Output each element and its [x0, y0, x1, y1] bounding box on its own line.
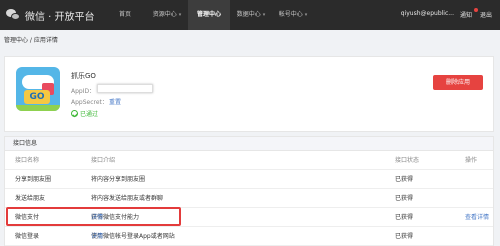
nav-item-label: 管理中心: [196, 11, 221, 18]
panel-title: 接口信息: [5, 137, 493, 151]
app-name: 抓乐GO: [71, 72, 96, 80]
interface-status: 已获得: [395, 233, 414, 240]
check-circle-icon: [71, 110, 78, 117]
table-header-row: 接口名称 接口介绍 接口状态 操作: [5, 151, 493, 170]
nav-item-data[interactable]: 数据中心 ▾: [230, 0, 272, 30]
logo-text: 微信 · 开放平台: [25, 11, 95, 23]
wechat-logo-icon: [6, 9, 21, 21]
appsecret-label: AppSecret：: [71, 99, 108, 106]
chevron-down-icon: ▾: [262, 12, 266, 18]
app-icon: GO: [16, 67, 60, 111]
nav-item-label: 帐号中心: [278, 11, 303, 18]
nav-item-resources[interactable]: 资源中心 ▾: [146, 0, 188, 30]
notification-badge: [474, 8, 478, 12]
table-row: 发送给朋友 将内容发送给朋友或者群聊 已获得: [5, 189, 493, 208]
delete-app-button[interactable]: 删除应用: [433, 75, 483, 90]
interface-intro: 将内容分享到朋友圈: [91, 176, 146, 183]
nav-item-home[interactable]: 首页: [104, 0, 146, 30]
interface-intro-text: 使用微信帐号登录App或者网站: [91, 233, 175, 240]
nav-item-account[interactable]: 帐号中心 ▾: [272, 0, 314, 30]
interface-name: 分享到朋友圈: [15, 176, 52, 183]
table-row: 微信登录 使用微信帐号登录App或者网站 详情 已获得: [5, 227, 493, 246]
column-header: 操作: [465, 157, 478, 164]
appid-label: AppID：: [71, 88, 96, 95]
nav-item-label: 数据中心: [236, 11, 261, 18]
column-header: 接口状态: [395, 157, 420, 164]
interface-name: 发送给朋友: [15, 195, 46, 202]
interface-intro: 将内容发送给朋友或者群聊: [91, 195, 164, 202]
highlight-box: [6, 207, 181, 226]
nav-item-label: 首页: [118, 11, 131, 18]
wechat-open-platform-logo[interactable]: 微信 · 开放平台: [6, 7, 95, 23]
user-account-link[interactable]: qiyush@epublic...: [401, 10, 454, 17]
chevron-down-icon: ▾: [304, 12, 308, 18]
notifications-link[interactable]: 通知: [460, 10, 472, 19]
nav-item-management[interactable]: 管理中心: [188, 0, 230, 30]
view-details-link[interactable]: 查看详情: [465, 208, 489, 227]
logout-link[interactable]: 退出: [480, 10, 492, 19]
interface-status: 已获得: [395, 176, 414, 183]
approval-status-text: 已通过: [80, 111, 99, 118]
appid-value-box: [97, 84, 153, 93]
column-header: 接口名称: [15, 157, 40, 164]
top-navigation-bar: 微信 · 开放平台 首页 资源中心 ▾ 管理中心 数据中心 ▾ 帐号中心 ▾ qiyu…: [0, 0, 500, 30]
chevron-down-icon: ▾: [178, 12, 182, 18]
column-header: 接口介绍: [91, 157, 116, 164]
main-nav: 首页 资源中心 ▾ 管理中心 数据中心 ▾ 帐号中心 ▾: [104, 0, 314, 30]
interface-info-panel: 接口信息 接口名称 接口介绍 接口状态 操作 分享到朋友圈 将内容分享到朋友圈 …: [4, 136, 494, 246]
interface-status: 已获得: [395, 214, 414, 221]
app-info-card: GO 抓乐GO AppID： AppSecret： 重置 已通过 删除应用: [4, 56, 494, 132]
interface-name: 微信登录: [15, 233, 40, 240]
details-link[interactable]: 详情: [91, 227, 103, 246]
nav-item-label: 资源中心: [152, 11, 177, 18]
reset-secret-link[interactable]: 重置: [109, 97, 121, 106]
approval-status: 已通过: [71, 109, 98, 118]
breadcrumb[interactable]: 管理中心 / 应用详情: [4, 35, 58, 44]
table-row: 分享到朋友圈 将内容分享到朋友圈 已获得: [5, 170, 493, 189]
interface-status: 已获得: [395, 195, 414, 202]
app-icon-text: GO: [24, 90, 50, 104]
